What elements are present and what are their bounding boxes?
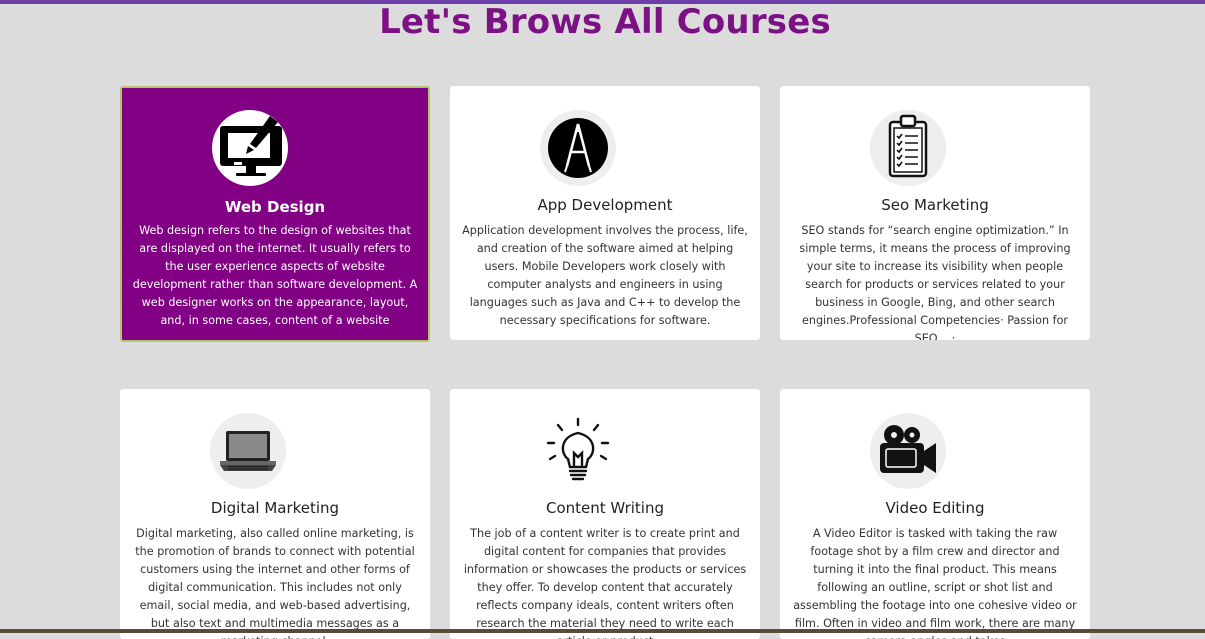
course-description: Application development involves the pro… [462, 224, 748, 327]
laptop-icon [210, 413, 286, 489]
app-store-icon [540, 110, 616, 186]
monitor-brush-icon [212, 110, 288, 186]
course-card-seo-marketing[interactable]: Seo Marketing SEO stands for “search eng… [780, 86, 1090, 340]
course-title: Video Editing [885, 499, 985, 517]
course-title: Digital Marketing [210, 499, 340, 517]
course-description: A Video Editor is tasked with taking the… [793, 527, 1077, 639]
page-title: Let's Brows All Courses [379, 2, 831, 42]
clipboard-checklist-icon [870, 110, 946, 186]
course-title: App Development [537, 196, 673, 214]
course-title: Web Design [224, 198, 326, 216]
course-description: Web design refers to the design of websi… [132, 224, 418, 327]
taskbar-strip [0, 629, 1205, 633]
course-title: Content Writing [546, 499, 664, 517]
course-card-digital-marketing[interactable]: Digital Marketing Digital marketing, als… [120, 389, 430, 639]
video-camera-icon [870, 413, 946, 489]
course-description: Digital marketing, also called online ma… [135, 527, 415, 639]
course-card-app-development[interactable]: App Development Application development … [450, 86, 760, 340]
course-description: The job of a content writer is to create… [463, 527, 747, 639]
course-title: Seo Marketing [881, 196, 989, 214]
course-card-video-editing[interactable]: Video Editing A Video Editor is tasked w… [780, 389, 1090, 639]
course-card-content-writing[interactable]: Content Writing The job of a content wri… [450, 389, 760, 639]
course-description: SEO stands for “search engine optimizati… [799, 224, 1071, 340]
lightbulb-icon [540, 413, 616, 489]
course-card-web-design[interactable]: Web Design Web design refers to the desi… [120, 86, 430, 342]
